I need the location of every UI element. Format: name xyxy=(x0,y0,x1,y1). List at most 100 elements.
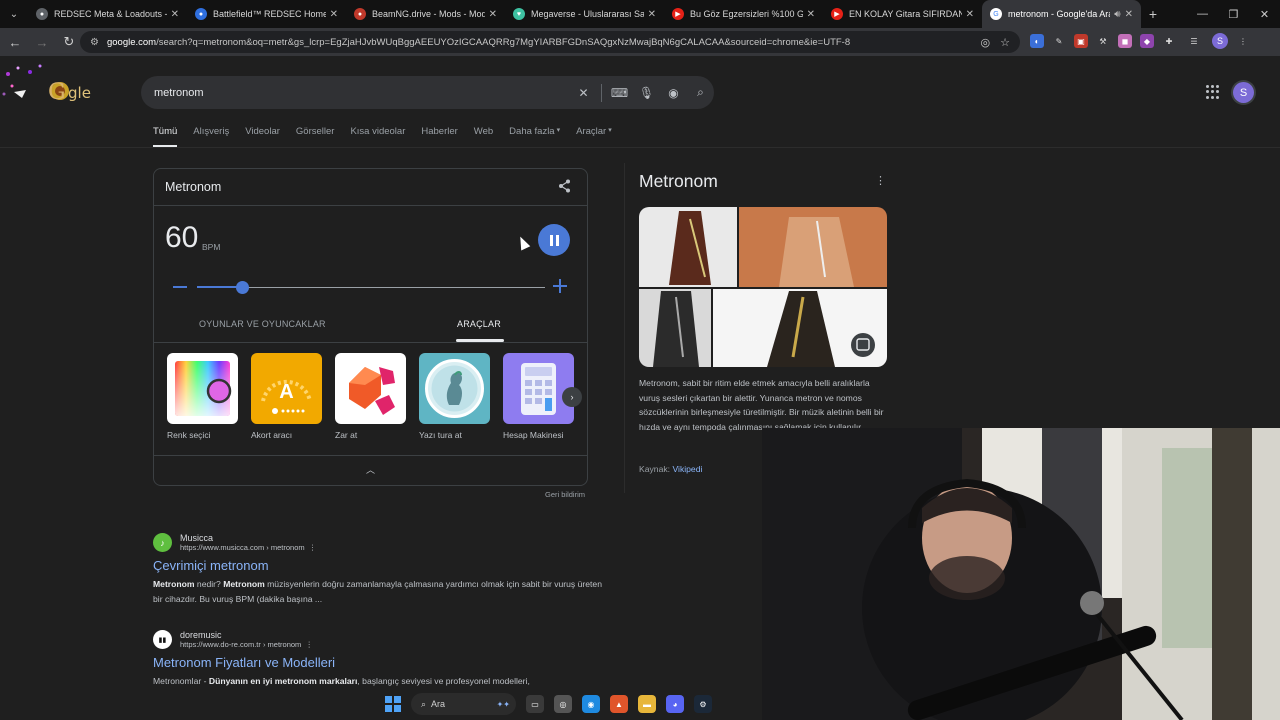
search-tab[interactable]: Araçlar xyxy=(576,126,606,147)
clear-icon[interactable]: ✕ xyxy=(570,86,597,100)
extensions-area: ◐ ✎ ▣ ⚒ ◼ ◆ ✚ ☰ S ⋮ xyxy=(1030,33,1250,49)
media-control-icon[interactable]: ☰ xyxy=(1184,34,1204,48)
browser-tab[interactable]: ● REDSEC Meta & Loadouts - Battlefield ✕ xyxy=(28,0,187,28)
browser-tab[interactable]: ● Battlefield™ REDSEC Home - Electronic A… xyxy=(187,0,346,28)
back-icon[interactable]: ← xyxy=(3,30,27,54)
result-title-link[interactable]: Metronom Fiyatları ve Modelleri xyxy=(153,655,603,670)
browser-toolbar: ← → ↻ ⚙ google.com/search?q=metronom&oq=… xyxy=(0,28,1280,56)
search-tab[interactable]: Daha fazla xyxy=(509,126,554,147)
task-view-icon[interactable]: ▭ xyxy=(526,695,544,713)
brave-taskbar-icon[interactable]: ▲ xyxy=(610,695,628,713)
browser-tab[interactable]: ♥ Megaverse - Uluslararası Sağlık ✕ xyxy=(505,0,664,28)
translate-extension-icon[interactable]: ◐ xyxy=(1030,34,1044,48)
site-info-icon[interactable]: ⚙ xyxy=(90,37,99,48)
profile-avatar-small[interactable]: S xyxy=(1212,33,1228,49)
search-tab[interactable]: Görseller xyxy=(296,126,335,147)
doremusic-favicon: ▮▮ xyxy=(153,630,172,649)
knowledge-panel-title: Metronom xyxy=(639,171,718,191)
google-apps-icon[interactable] xyxy=(1206,85,1220,99)
result-site-name[interactable]: Musicca xyxy=(180,533,316,543)
tuner-icon: A xyxy=(251,353,322,424)
tab-close-icon[interactable]: ✕ xyxy=(966,9,974,20)
chevron-down-icon: ▾ xyxy=(556,127,561,134)
search-tab[interactable]: Haberler xyxy=(421,126,457,147)
file-explorer-icon[interactable]: ▬ xyxy=(638,695,656,713)
reload-icon[interactable]: ↻ xyxy=(57,30,81,54)
knowledge-panel-images[interactable] xyxy=(639,207,887,367)
tab-search-icon[interactable]: ⌄ xyxy=(0,0,28,28)
copilot-icon[interactable]: ◎ xyxy=(554,695,572,713)
close-window-icon[interactable]: ✕ xyxy=(1249,0,1280,28)
account-avatar[interactable]: S xyxy=(1233,82,1254,103)
tab-title: Bu Göz Egzersizleri %100 Görme xyxy=(690,9,803,19)
search-tab[interactable]: Videolar xyxy=(245,126,280,147)
pink-extension-icon[interactable]: ◼ xyxy=(1118,34,1132,48)
tempo-slider-thumb[interactable] xyxy=(236,281,250,294)
tab-tools[interactable]: ARAÇLAR xyxy=(457,319,501,329)
tab-close-icon[interactable]: ✕ xyxy=(489,9,497,20)
address-bar[interactable]: ⚙ google.com/search?q=metronom&oq=metr&g… xyxy=(80,31,1020,53)
increase-tempo-button[interactable] xyxy=(553,279,567,293)
browser-tab[interactable]: Gmetronom - Google'da Ara 🔊︎ ✕ xyxy=(982,0,1141,28)
tempo-slider-track[interactable] xyxy=(197,287,545,288)
result-url[interactable]: https://www.do-re.com.tr › metronom ⋮ xyxy=(180,640,313,649)
maximize-icon[interactable]: ❐ xyxy=(1218,0,1249,28)
forward-icon[interactable]: → xyxy=(30,30,54,54)
browser-tab[interactable]: ● BeamNG.drive - Mods - Mods ✕ xyxy=(346,0,505,28)
tab-close-icon[interactable]: ✕ xyxy=(330,9,338,20)
tab-close-icon[interactable]: ✕ xyxy=(171,9,179,20)
keyboard-icon[interactable]: ⌨ xyxy=(606,86,633,100)
lens-icon[interactable]: ◉ xyxy=(660,86,687,100)
location-icon[interactable]: ◎ xyxy=(981,36,991,49)
result-title-link[interactable]: Çevrimiçi metronom xyxy=(153,558,603,573)
color-picker-icon xyxy=(167,353,238,424)
pen-extension-icon[interactable]: ✎ xyxy=(1052,34,1066,48)
decrease-tempo-button[interactable] xyxy=(173,286,187,288)
purple-extension-icon[interactable]: ◆ xyxy=(1140,34,1154,48)
search-tab[interactable]: Web xyxy=(474,126,493,147)
badge-extension-icon[interactable]: ▣ xyxy=(1074,34,1088,48)
tool-tuner[interactable]: A Akort aracı xyxy=(251,353,322,440)
minimize-icon[interactable]: — xyxy=(1187,0,1218,28)
source-link[interactable]: Vikipedi xyxy=(672,464,702,474)
carousel-next-icon[interactable]: › xyxy=(562,387,582,407)
search-tab[interactable]: Alışveriş xyxy=(193,126,229,147)
tool-flip-coin[interactable]: Yazı tura at xyxy=(419,353,490,440)
feedback-link[interactable]: Geri bildirim xyxy=(545,490,585,499)
browser-tab[interactable]: ▶ Bu Göz Egzersizleri %100 Görme ✕ xyxy=(664,0,823,28)
tool-extension-icon[interactable]: ⚒ xyxy=(1096,34,1110,48)
search-tab[interactable]: Kısa videolar xyxy=(350,126,405,147)
tab-audio-icon[interactable]: 🔊︎ xyxy=(1114,9,1120,20)
new-tab-button[interactable]: + xyxy=(1141,6,1165,22)
result-site-name[interactable]: doremusic xyxy=(180,630,313,640)
discord-taskbar-icon[interactable]: ◕ xyxy=(666,695,684,713)
tab-games-toys[interactable]: OYUNLAR VE OYUNCAKLAR xyxy=(199,319,326,329)
search-query[interactable]: metronom xyxy=(154,87,570,99)
url-text[interactable]: google.com/search?q=metronom&oq=metr&gs_… xyxy=(107,37,981,48)
browser-menu-icon[interactable]: ⋮ xyxy=(1236,34,1250,48)
collapse-chevron-icon[interactable]: ︿ xyxy=(366,463,375,476)
tool-roll-dice[interactable]: Zar at xyxy=(335,353,406,440)
search-box[interactable]: metronom ✕ ⌨ 🎙︎ ◉ ⌕ xyxy=(141,76,714,109)
tab-close-icon[interactable]: ✕ xyxy=(1125,9,1133,20)
steam-taskbar-icon[interactable]: ⚙ xyxy=(694,695,712,713)
microphone-icon[interactable]: 🎙︎ xyxy=(633,86,660,100)
browser-tab[interactable]: ▶ EN KOLAY Gitara SIFIRDAN BAŞLA ✕ xyxy=(823,0,982,28)
share-icon[interactable] xyxy=(558,179,571,193)
chrome-taskbar-icon[interactable]: ◉ xyxy=(582,695,600,713)
search-tab[interactable]: Tümü xyxy=(153,126,178,147)
bookmark-star-icon[interactable]: ☆ xyxy=(1000,36,1010,49)
google-doodle-logo[interactable]: G gle xyxy=(0,60,120,108)
result-url[interactable]: https://www.musicca.com › metronom ⋮ xyxy=(180,543,316,552)
search-icon[interactable]: ⌕ xyxy=(687,85,714,100)
tab-close-icon[interactable]: ✕ xyxy=(807,9,815,20)
windows-start-icon[interactable] xyxy=(385,696,401,712)
pause-button[interactable] xyxy=(538,224,570,256)
tool-color-picker[interactable]: Renk seçici xyxy=(167,353,238,440)
more-options-icon[interactable]: ⋮ xyxy=(875,174,886,187)
result-snippet: Metronomlar - Dünyanın en iyi metronom m… xyxy=(153,676,530,686)
taskbar-search[interactable]: ⌕ Ara ✦✦ xyxy=(411,693,516,715)
extensions-puzzle-icon[interactable]: ✚ xyxy=(1162,34,1176,48)
tab-close-icon[interactable]: ✕ xyxy=(648,9,656,20)
metronome-divider xyxy=(154,205,587,206)
